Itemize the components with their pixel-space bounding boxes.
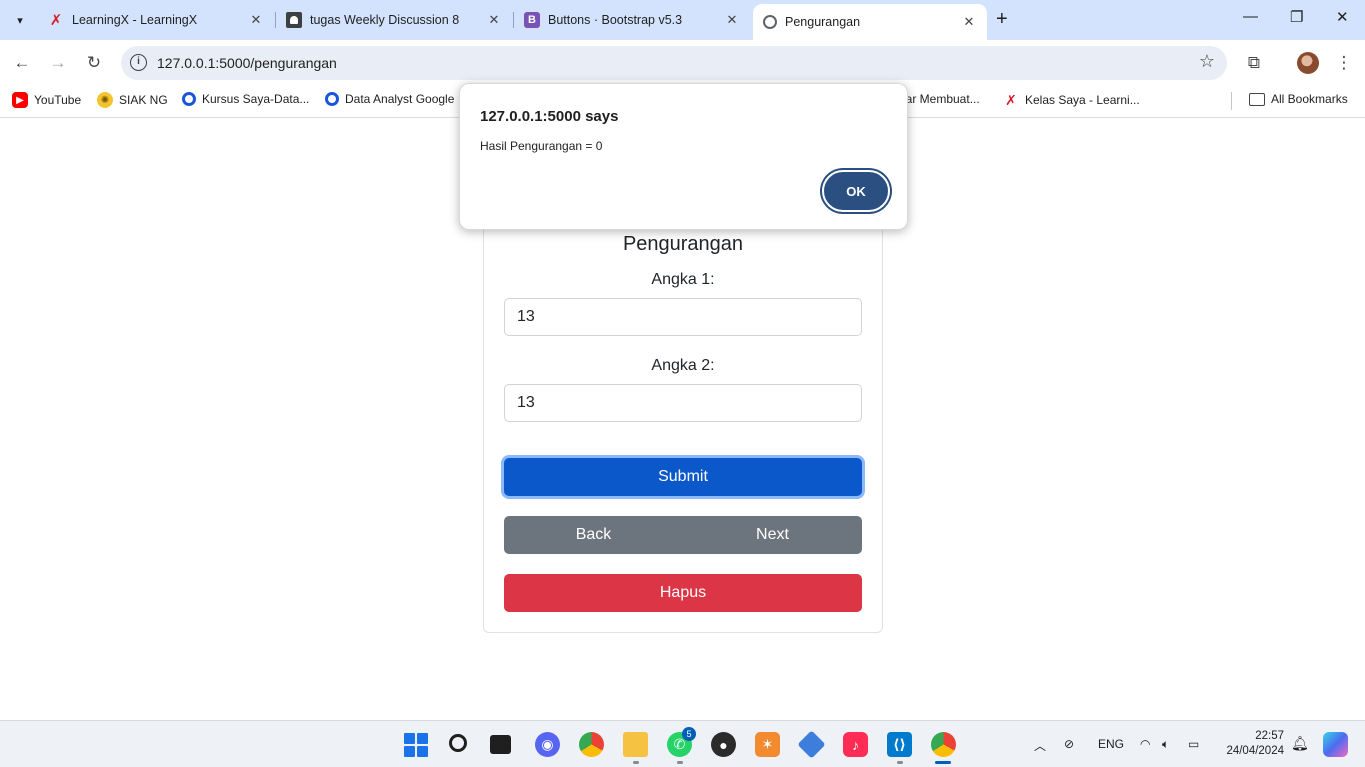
tab-title: LearningX - LearningX [72,13,198,27]
learningx-icon: ✗ [49,12,63,29]
app-blue-icon[interactable] [797,730,826,759]
globe-icon [763,15,777,29]
bookmark-label: Kelas Saya - Learni... [1025,93,1140,107]
bookmarks-divider [1231,92,1232,110]
chrome-profile-icon[interactable] [931,732,956,757]
clock-time: 22:57 [1255,730,1284,742]
forward-arrow-icon[interactable]: → [46,51,70,75]
angka2-input[interactable]: 13 [504,384,862,422]
running-indicator [897,761,903,764]
app-orange-icon[interactable]: ✶ [755,732,780,757]
hapus-button[interactable]: Hapus [504,574,862,612]
browser-toolbar: ← → ↻ i 127.0.0.1:5000/pengurangan ☆ ⧉ ⋮ [0,40,1365,86]
nav-button-group: Back Next [504,516,862,554]
url-text[interactable]: 127.0.0.1:5000/pengurangan [157,55,337,71]
alert-dialog: 127.0.0.1:5000 says Hasil Pengurangan = … [459,83,908,230]
bookmark-label: All Bookmarks [1271,92,1348,106]
language-indicator[interactable]: ENG [1098,737,1124,751]
discord-icon[interactable]: ◉ [535,732,560,757]
dialog-message: Hasil Pengurangan = 0 [480,139,603,153]
close-tab-icon[interactable]: ✕ [248,12,264,28]
bookmark-membuat[interactable]: jar Membuat... [903,92,980,106]
task-view-icon[interactable] [490,735,511,754]
coursera-icon [325,92,339,106]
clock[interactable]: 22:57 24/04/2024 [1220,729,1284,759]
bookmark-star-icon[interactable]: ☆ [1199,51,1215,72]
close-tab-icon[interactable]: ✕ [486,12,502,28]
calculator-card: Pengurangan Angka 1: 13 Angka 2: 13 Subm… [483,189,883,633]
clock-date: 24/04/2024 [1226,745,1284,757]
vscode-icon[interactable]: ⟨⟩ [887,732,912,757]
volume-icon[interactable]: 🔈︎ [1162,737,1169,752]
close-tab-icon[interactable]: ✕ [961,14,977,30]
tab-bootstrap-buttons[interactable]: B Buttons · Bootstrap v5.3 ✕ [514,6,750,34]
wifi-icon[interactable]: ◠ [1140,737,1150,751]
youtube-icon: ▶ [12,92,28,108]
bookmark-label: Data Analyst Google [345,92,455,106]
tab-title: Buttons · Bootstrap v5.3 [548,13,683,27]
minimize-icon[interactable]: — [1243,8,1258,25]
siak-logo-icon: ✺ [97,92,113,108]
tab-weekly-discussion[interactable]: tugas Weekly Discussion 8 ✕ [276,6,512,34]
tab-strip: ▾ ✗ LearningX - LearningX ✕ tugas Weekly… [0,0,1365,40]
learningx-icon: ✗ [1005,91,1017,108]
angka1-label: Angka 1: [651,271,715,288]
bookmark-kelas-saya[interactable]: ✗ Kelas Saya - Learni... [1003,92,1140,108]
bookmark-label: jar Membuat... [903,92,980,106]
back-button[interactable]: Back [504,516,683,554]
active-indicator [935,761,951,764]
reload-icon[interactable]: ↻ [82,51,106,75]
dialog-title: 127.0.0.1:5000 says [480,108,619,125]
bookmark-kursus-saya[interactable]: Kursus Saya-Data... [182,92,309,106]
new-tab-icon[interactable]: + [996,8,1008,31]
extensions-icon[interactable]: ⧉ [1242,51,1266,75]
tab-learningx[interactable]: ✗ LearningX - LearningX ✕ [38,6,274,34]
file-explorer-icon[interactable] [623,732,648,757]
tab-pengurangan[interactable]: Pengurangan ✕ [753,4,987,40]
running-indicator [633,761,639,764]
whatsapp-badge: 5 [682,727,696,741]
folder-icon [1249,92,1265,106]
network-off-icon[interactable]: ⊘ [1064,737,1074,751]
bookmark-label: YouTube [34,93,82,107]
next-button[interactable]: Next [683,516,862,554]
chrome-icon[interactable] [579,732,604,757]
battery-icon[interactable]: ▭ [1188,737,1199,751]
page-title: Pengurangan [622,233,744,255]
bookmark-label: SIAK NG [119,93,168,107]
tiktok-icon[interactable]: ♪ [843,732,868,757]
close-window-icon[interactable]: ✕ [1336,8,1349,26]
search-icon[interactable] [447,732,472,757]
site-info-icon[interactable]: i [130,54,147,71]
taskbar: ◉ ✆ ● ✶ ♪ ⟨⟩ ︿ ⊘ ENG ◠ 🔈︎ ▭ 22:57 24/04/… [0,720,1365,767]
angka2-label: Angka 2: [651,357,715,374]
back-arrow-icon[interactable]: ← [10,51,34,75]
coursera-icon [182,92,196,106]
bookmark-youtube[interactable]: ▶ YouTube [12,92,81,108]
tab-title: Pengurangan [785,15,861,29]
start-icon[interactable] [403,732,428,757]
address-bar[interactable]: i 127.0.0.1:5000/pengurangan ☆ [121,46,1227,80]
tab-search-button[interactable]: ▾ [8,8,32,32]
submit-button[interactable]: Submit [504,458,862,496]
running-indicator [677,761,683,764]
menu-kebab-icon[interactable]: ⋮ [1332,51,1356,75]
bookmark-siak-ng[interactable]: ✺ SIAK NG [97,92,168,108]
profile-avatar[interactable] [1297,52,1319,74]
bookmark-label: Kursus Saya-Data... [202,92,310,106]
bookmark-data-analyst[interactable]: Data Analyst Google [325,92,454,106]
angka1-input[interactable]: 13 [504,298,862,336]
all-bookmarks[interactable]: All Bookmarks [1249,92,1348,106]
tab-title: tugas Weekly Discussion 8 [310,13,460,27]
ok-button[interactable]: OK [822,170,890,212]
bootstrap-icon: B [524,12,540,28]
document-icon [286,12,302,28]
obs-icon[interactable]: ● [711,732,736,757]
restore-icon[interactable]: ❐ [1290,8,1303,26]
notification-bell-icon[interactable]: 🔔︎ [1291,735,1309,752]
copilot-icon[interactable] [1323,732,1348,757]
close-tab-icon[interactable]: ✕ [724,12,740,28]
chevron-up-icon[interactable]: ︿ [1034,737,1046,754]
